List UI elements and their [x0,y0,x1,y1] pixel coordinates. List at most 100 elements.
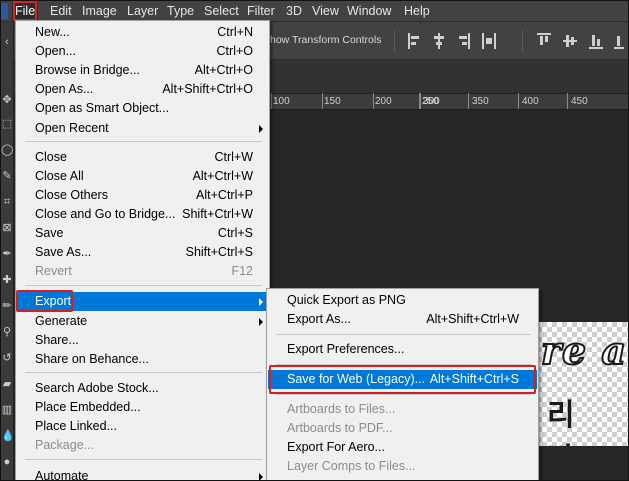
submenu-arrow-icon [259,473,263,481]
menu-item-quick-export-as-png[interactable]: Quick Export as PNG [268,291,537,310]
align-bottom-edges-icon[interactable] [589,33,603,49]
menu-select[interactable]: Select [201,0,242,22]
menu-item-label: Close Others [35,188,108,202]
align-top-edges-icon[interactable] [537,33,551,49]
menu-separator [25,285,262,286]
export-submenu: Quick Export as PNG Export As... Alt+Shif… [266,288,539,481]
menu-separator [276,334,531,335]
menu-item-browse-in-bridge[interactable]: Browse in Bridge... Alt+Ctrl+O [17,61,268,80]
document-canvas[interactable]: re a 리 바 [537,322,629,446]
menu-item-share-on-behance[interactable]: Share on Behance... [17,350,268,369]
marquee-tool-icon[interactable]: ⬚ [1,118,13,130]
menu-file[interactable]: File [12,0,39,22]
canvas-text-line-1: re a [540,327,628,374]
clone-stamp-tool-icon[interactable]: ⚲ [1,326,13,338]
menu-item-label: Place Linked... [35,419,117,433]
align-more-icon[interactable] [614,33,628,49]
ruler-tick [373,93,374,109]
menu-item-search-adobe-stock[interactable]: Search Adobe Stock... [17,379,268,398]
menu-edit[interactable]: Edit [47,0,75,22]
menu-item-share[interactable]: Share... [17,331,268,350]
blur-tool-icon[interactable]: 💧 [1,430,15,442]
align-horizontal-centers-icon[interactable] [432,33,446,49]
submenu-arrow-icon [259,318,263,326]
brush-tool-icon[interactable]: ✏ [1,300,13,312]
menu-item-generate[interactable]: Generate [17,312,268,331]
menu-item-label: Close [35,150,67,164]
menu-3d[interactable]: 3D [283,0,305,22]
ruler-tick [468,93,469,109]
menu-item-export-as[interactable]: Export As... Alt+Shift+Ctrl+W [268,310,537,329]
menu-item-place-linked[interactable]: Place Linked... [17,417,268,436]
menu-item-open[interactable]: Open... Ctrl+O [17,42,268,61]
menu-item-shortcut: Shift+Ctrl+W [182,207,253,221]
ruler-label: 350 [472,96,489,107]
crop-tool-icon[interactable]: ⌗ [1,196,13,208]
menu-item-open-as[interactable]: Open As... Alt+Shift+Ctrl+O [17,80,268,99]
menu-item-save-for-web-legacy[interactable]: Save for Web (Legacy)... Alt+Shift+Ctrl+S [268,370,537,389]
menu-item-label: Open as Smart Object... [35,101,170,115]
menu-item-place-embedded[interactable]: Place Embedded... [17,398,268,417]
ruler-label: 300 [423,96,440,107]
menu-item-new[interactable]: New... Ctrl+N [17,23,268,42]
menu-item-export-for-aero[interactable]: Export For Aero... [268,438,537,457]
align-right-edges-icon[interactable] [456,33,470,49]
healing-brush-tool-icon[interactable]: ✚ [1,274,13,286]
menu-item-label: Package... [35,438,95,452]
menu-item-open-recent[interactable]: Open Recent [17,119,268,138]
menu-item-close-others[interactable]: Close Others Alt+Ctrl+P [17,186,268,205]
menu-item-automate[interactable]: Automate [17,467,268,481]
frame-tool-icon[interactable]: ⊠ [1,222,13,234]
menu-item-label: Automate [35,469,89,481]
gradient-tool-icon[interactable]: ▥ [1,404,13,416]
options-separator [394,30,395,52]
menu-item-shortcut: F12 [231,264,253,278]
distribute-icon[interactable] [482,33,496,49]
menu-item-export[interactable]: Export [17,292,268,311]
menu-item-package: Package... [17,436,268,455]
lasso-tool-icon[interactable]: ◯ [1,144,13,156]
align-vertical-centers-icon[interactable] [563,33,577,49]
menu-separator [25,372,262,373]
menu-item-label: Layer Comps to Files... [287,459,416,473]
dodge-tool-icon[interactable]: ● [1,456,13,468]
menu-image[interactable]: Image [79,0,120,22]
menu-item-save-as[interactable]: Save As... Shift+Ctrl+S [17,243,268,262]
menu-item-shortcut: Ctrl+O [216,44,253,58]
menu-filter[interactable]: Filter [244,0,278,22]
menu-window[interactable]: Window [344,0,394,22]
move-tool-icon[interactable]: ✥ [1,94,13,106]
ruler-label: 100 [273,96,290,107]
menu-view[interactable]: View [309,0,342,22]
menu-item-layer-comps-to-files: Layer Comps to Files... [268,457,537,476]
menu-item-label: Share... [35,333,79,347]
menu-item-label: Revert [35,264,72,278]
menu-item-shortcut: Alt+Shift+Ctrl+O [162,82,253,96]
menu-item-shortcut: Ctrl+N [217,25,253,39]
eyedropper-tool-icon[interactable]: ✒ [1,248,13,260]
menu-item-close-all[interactable]: Close All Alt+Ctrl+W [17,167,268,186]
menu-item-save[interactable]: Save Ctrl+S [17,224,268,243]
collapse-icon[interactable]: ‹ [1,36,13,48]
menu-item-open-as-smart-object[interactable]: Open as Smart Object... [17,99,268,118]
menu-item-close-and-go-to-bridge[interactable]: Close and Go to Bridge... Shift+Ctrl+W [17,205,268,224]
file-menu: New... Ctrl+N Open... Ctrl+O Browse in Bri… [15,20,270,481]
menu-item-label: Close and Go to Bridge... [35,207,176,221]
history-brush-tool-icon[interactable]: ↺ [1,352,13,364]
menu-help[interactable]: Help [401,0,433,22]
tools-panel: ‹ ✥ ⬚ ◯ ✎ ⌗ ⊠ ✒ ✚ ✏ ⚲ ↺ ▰ ▥ 💧 ● [0,22,15,481]
menu-item-label: Artboards to Files... [287,402,396,416]
menu-item-export-preferences[interactable]: Export Preferences... [268,340,537,359]
quick-selection-tool-icon[interactable]: ✎ [1,170,13,182]
menu-item-label: Export Preferences... [287,342,405,356]
menu-item-close[interactable]: Close Ctrl+W [17,148,268,167]
menu-layer[interactable]: Layer [124,0,161,22]
align-left-edges-icon[interactable] [408,33,422,49]
menu-item-label: Artboards to PDF... [287,421,393,435]
menu-type[interactable]: Type [164,0,197,22]
eraser-tool-icon[interactable]: ▰ [1,378,13,390]
menu-item-label: Open As... [35,82,94,96]
menu-separator [276,394,531,395]
menu-item-shortcut: Alt+Ctrl+W [192,169,253,183]
show-transform-controls-label[interactable]: how Transform Controls [270,34,381,46]
